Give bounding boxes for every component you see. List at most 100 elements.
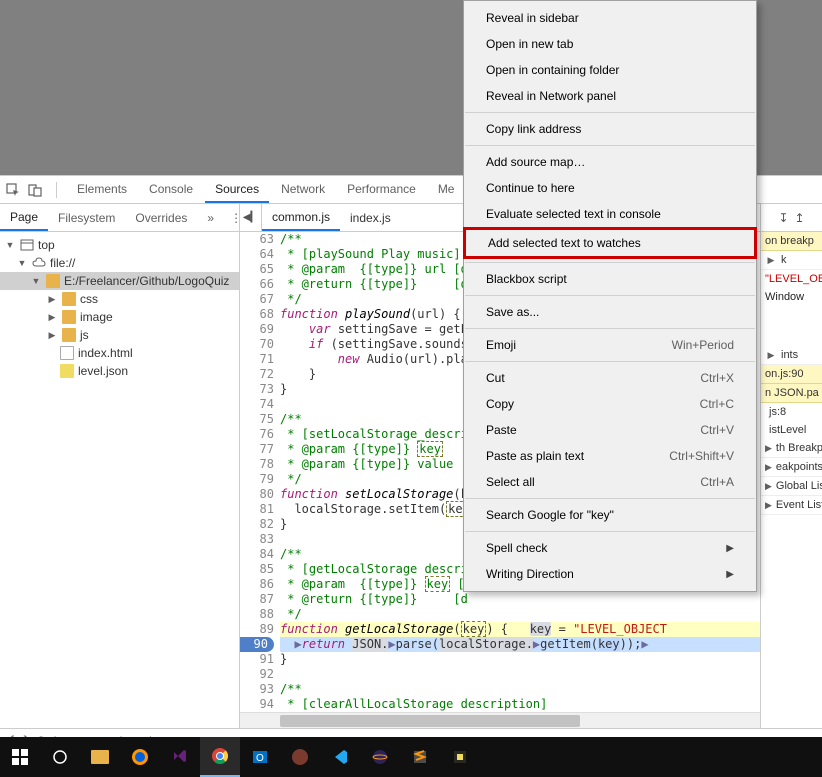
tab-elements[interactable]: Elements bbox=[67, 176, 137, 203]
rp-stack-frame[interactable]: on.js:90 bbox=[761, 365, 822, 384]
context-menu-item[interactable]: Evaluate selected text in console bbox=[464, 201, 756, 227]
subtab-filesystem[interactable]: Filesystem bbox=[48, 205, 125, 230]
step-down-icon[interactable]: ↧ bbox=[778, 211, 788, 225]
context-menu-label: Open in new tab bbox=[486, 37, 573, 51]
folder-label: css bbox=[80, 292, 98, 306]
context-menu-item[interactable]: Copy link address bbox=[464, 116, 756, 142]
file-label: level.json bbox=[78, 364, 128, 378]
context-menu-label: Paste as plain text bbox=[486, 449, 584, 463]
subtab-overrides[interactable]: Overrides bbox=[125, 205, 197, 230]
code-line[interactable]: ▶return JSON.▶parse(localStorage.▶getIte… bbox=[280, 637, 760, 652]
chrome-taskbar[interactable] bbox=[200, 737, 240, 777]
outlook-taskbar[interactable]: O bbox=[240, 737, 280, 777]
context-menu-item[interactable]: CutCtrl+X bbox=[464, 365, 756, 391]
firefox-taskbar[interactable] bbox=[120, 737, 160, 777]
code-line[interactable]: function getLocalStorage(key) { key = "L… bbox=[280, 622, 760, 637]
tab-network[interactable]: Network bbox=[271, 176, 335, 203]
file-tab-common-js[interactable]: common.js bbox=[262, 204, 340, 231]
separator bbox=[56, 182, 57, 198]
context-menu-label: Save as... bbox=[486, 305, 539, 319]
context-menu-item[interactable]: Reveal in Network panel bbox=[464, 83, 756, 109]
nav-left-icon[interactable]: ◀▎ bbox=[243, 212, 258, 223]
tree-origin[interactable]: ▼ file:// bbox=[0, 254, 239, 272]
inspect-element-icon[interactable] bbox=[6, 183, 20, 197]
tree-folder-image[interactable]: ▶image bbox=[0, 308, 239, 326]
paused-message: on breakp bbox=[761, 232, 822, 251]
code-line[interactable]: * [clearAllLocalStorage description] bbox=[280, 697, 760, 712]
context-menu-separator bbox=[465, 531, 755, 532]
rp-breakpoints[interactable]: ▶ints bbox=[761, 346, 822, 365]
context-menu-item[interactable]: Blackbox script bbox=[464, 266, 756, 292]
windows-taskbar: O bbox=[0, 737, 822, 777]
cortana-button[interactable] bbox=[40, 737, 80, 777]
scrollbar-thumb[interactable] bbox=[280, 715, 580, 727]
rp-stack-frame[interactable]: js:8 bbox=[761, 403, 822, 421]
subtab-page[interactable]: Page bbox=[0, 204, 48, 231]
rp-label: Event Listener Break bbox=[776, 499, 822, 511]
code-line[interactable]: } bbox=[280, 652, 760, 667]
cloud-icon bbox=[32, 256, 46, 270]
context-menu-label: Blackbox script bbox=[486, 272, 567, 286]
code-line[interactable] bbox=[280, 667, 760, 682]
context-menu-label: Emoji bbox=[486, 338, 516, 352]
tree-folder-css[interactable]: ▶css bbox=[0, 290, 239, 308]
tab-console[interactable]: Console bbox=[139, 176, 203, 203]
device-toggle-icon[interactable] bbox=[28, 183, 42, 197]
file-explorer-taskbar[interactable] bbox=[80, 737, 120, 777]
tree-file-level-json[interactable]: level.json bbox=[0, 362, 239, 380]
editor-nav-buttons: ◀▎ bbox=[240, 204, 262, 231]
code-line[interactable]: * @return {[type]} [d bbox=[280, 592, 760, 607]
rp-global-listeners[interactable]: ▶Global Listeners bbox=[761, 477, 822, 496]
tree-top-label: top bbox=[38, 238, 55, 252]
rp-stack-frame[interactable]: istLevel bbox=[761, 421, 822, 439]
start-button[interactable] bbox=[0, 737, 40, 777]
code-line[interactable]: */ bbox=[280, 607, 760, 622]
context-menu-item[interactable]: Reveal in sidebar bbox=[464, 5, 756, 31]
eclipse-taskbar[interactable] bbox=[360, 737, 400, 777]
rp-label: th Breakpoints bbox=[776, 442, 822, 454]
context-menu-label: Continue to here bbox=[486, 181, 575, 195]
context-menu-item[interactable]: CopyCtrl+C bbox=[464, 391, 756, 417]
file-tab-index-js[interactable]: index.js bbox=[340, 205, 401, 230]
context-menu-item[interactable]: Add selected text to watches bbox=[463, 227, 757, 259]
context-menu-item[interactable]: Save as... bbox=[464, 299, 756, 325]
context-menu-item[interactable]: Open in new tab bbox=[464, 31, 756, 57]
visual-studio-taskbar[interactable] bbox=[160, 737, 200, 777]
rp-event-listener-breakpoints[interactable]: ▶Event Listener Break bbox=[761, 496, 822, 515]
context-menu-item[interactable]: Spell check▶ bbox=[464, 535, 756, 561]
tree-file-index-html[interactable]: index.html bbox=[0, 344, 239, 362]
folder-icon bbox=[91, 750, 109, 764]
rp-label: eakpoints bbox=[776, 461, 822, 473]
tree-top[interactable]: ▼ top bbox=[0, 236, 239, 254]
rp-watch[interactable]: ▶k bbox=[761, 251, 822, 270]
tab-more-truncated[interactable]: Me bbox=[428, 176, 465, 203]
step-up-icon[interactable]: ↥ bbox=[795, 211, 805, 225]
context-menu-item[interactable]: Select allCtrl+A bbox=[464, 469, 756, 495]
tab-sources[interactable]: Sources bbox=[205, 176, 269, 203]
rp-stack-frame[interactable]: n JSON.pa bbox=[761, 384, 822, 403]
rp-xhr-breakpoints[interactable]: ▶th Breakpoints bbox=[761, 439, 822, 458]
vscode-taskbar[interactable] bbox=[320, 737, 360, 777]
rp-dom-breakpoints[interactable]: ▶eakpoints bbox=[761, 458, 822, 477]
context-menu-item[interactable]: Add source map… bbox=[464, 149, 756, 175]
context-menu-item[interactable]: PasteCtrl+V bbox=[464, 417, 756, 443]
tree-folder-js[interactable]: ▶js bbox=[0, 326, 239, 344]
app-taskbar-1[interactable] bbox=[280, 737, 320, 777]
debugger-side-panel: on breakp ▶k "LEVEL_OBJ Window ▶ints on.… bbox=[760, 232, 822, 728]
file-icon bbox=[60, 346, 74, 360]
horizontal-scrollbar[interactable] bbox=[240, 712, 760, 728]
context-menu-item[interactable]: Writing Direction▶ bbox=[464, 561, 756, 587]
tab-performance[interactable]: Performance bbox=[337, 176, 426, 203]
sublime-taskbar[interactable] bbox=[400, 737, 440, 777]
context-menu-item[interactable]: EmojiWin+Period bbox=[464, 332, 756, 358]
folder-icon bbox=[62, 328, 76, 342]
context-menu-shortcut: Ctrl+A bbox=[700, 475, 734, 489]
tree-path[interactable]: ▼ E:/Freelancer/Github/LogoQuiz bbox=[0, 272, 239, 290]
context-menu-item[interactable]: Search Google for "key" bbox=[464, 502, 756, 528]
context-menu-item[interactable]: Paste as plain textCtrl+Shift+V bbox=[464, 443, 756, 469]
code-line[interactable]: /** bbox=[280, 682, 760, 697]
context-menu-item[interactable]: Open in containing folder bbox=[464, 57, 756, 83]
subtab-more[interactable]: » bbox=[197, 205, 224, 230]
context-menu-item[interactable]: Continue to here bbox=[464, 175, 756, 201]
app-taskbar-2[interactable] bbox=[440, 737, 480, 777]
